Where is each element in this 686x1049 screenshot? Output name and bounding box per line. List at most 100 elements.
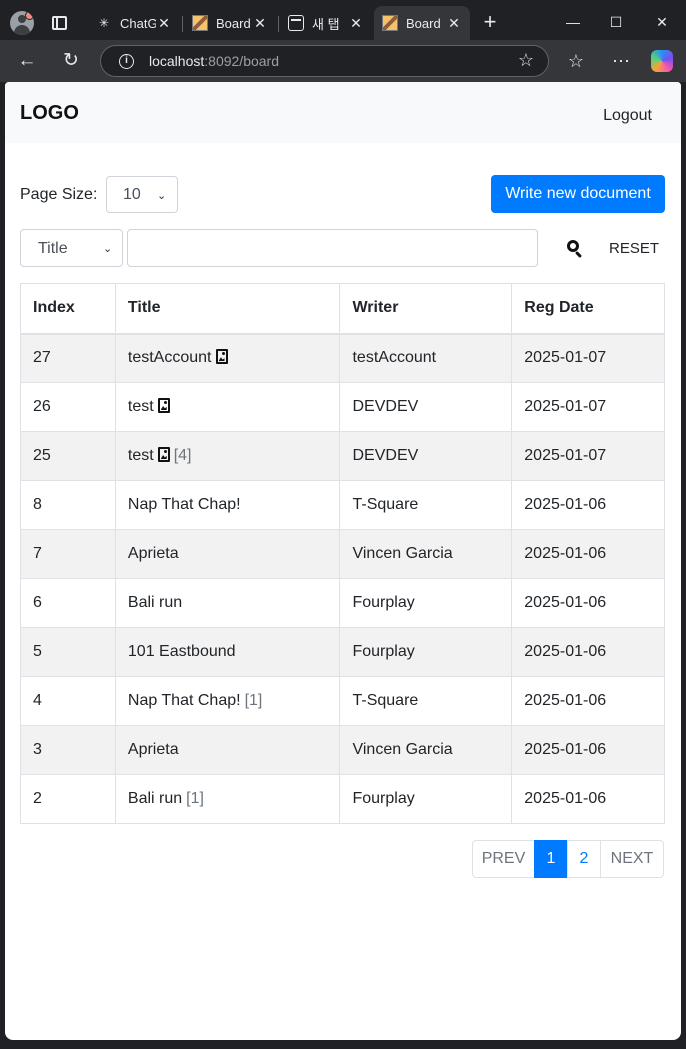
- close-tab-icon[interactable]: ✕: [348, 15, 364, 32]
- cell-writer: Vincen Garcia: [339, 529, 513, 579]
- cell-index: 26: [20, 382, 116, 432]
- write-new-document-button[interactable]: Write new document: [491, 175, 665, 213]
- cell-title: test [4]: [114, 431, 341, 481]
- profile-avatar-icon[interactable]: [10, 11, 34, 35]
- column-header-reg-date: Reg Date: [511, 283, 665, 335]
- cell-index: 4: [20, 676, 116, 726]
- table-row[interactable]: 3 Aprieta Vincen Garcia 2025-01-06: [20, 725, 665, 775]
- cell-index: 6: [20, 578, 116, 628]
- post-title-link[interactable]: Nap That Chap!: [128, 692, 241, 709]
- close-tab-icon[interactable]: ✕: [156, 15, 172, 32]
- cell-reg-date: 2025-01-06: [511, 774, 665, 824]
- logo[interactable]: LOGO: [20, 102, 79, 125]
- taskbar-edge: [0, 1040, 686, 1049]
- page-viewport: LOGO Logout Page Size: 10 ⌄ Write new do…: [5, 82, 681, 1040]
- column-header-writer: Writer: [339, 283, 513, 335]
- table-row[interactable]: 4 Nap That Chap! [1] T-Square 2025-01-06: [20, 676, 665, 726]
- tab-actions-icon[interactable]: [52, 16, 67, 30]
- attachment-image-icon: [157, 398, 170, 413]
- search-type-select[interactable]: Title ⌄: [20, 229, 123, 267]
- attachment-image-icon: [215, 349, 228, 365]
- post-title-link[interactable]: Bali run: [128, 790, 182, 807]
- next-page-button[interactable]: NEXT: [600, 840, 664, 878]
- tab-new-tab[interactable]: 새 탭 ✕: [280, 6, 372, 40]
- tab-chatgpt[interactable]: ✳ ChatGPT ✕: [88, 6, 180, 40]
- cell-writer: DEVDEV: [339, 382, 513, 432]
- url-text: localhost:8092/board: [149, 53, 279, 69]
- tab-board[interactable]: Board ✕: [184, 6, 276, 40]
- table-row[interactable]: 26 test DEVDEV 2025-01-07: [20, 382, 665, 432]
- page-size-row: Page Size: 10 ⌄ Write new document: [20, 175, 665, 213]
- cell-title: Aprieta: [114, 725, 341, 775]
- more-menu-icon[interactable]: ⋯: [606, 46, 636, 76]
- search-icon[interactable]: [559, 233, 589, 263]
- table-row[interactable]: 25 test [4] DEVDEV 2025-01-07: [20, 431, 665, 481]
- attachment-image-icon: [157, 447, 170, 462]
- cell-title: 101 Eastbound: [114, 627, 341, 677]
- cell-title: Bali run: [114, 578, 341, 628]
- cell-index: 2: [20, 774, 116, 824]
- page-button-2[interactable]: 2: [567, 840, 601, 878]
- cell-reg-date: 2025-01-07: [511, 333, 665, 383]
- board-favicon-icon: [192, 15, 208, 31]
- post-title-link[interactable]: Nap That Chap!: [128, 496, 241, 513]
- search-input[interactable]: [127, 229, 538, 267]
- cell-reg-date: 2025-01-06: [511, 480, 665, 530]
- cell-reg-date: 2025-01-06: [511, 578, 665, 628]
- new-tab-icon: [288, 15, 304, 31]
- browser-toolbar: ← ↻ i localhost:8092/board ☆ ☆ ⋯: [0, 40, 686, 82]
- copilot-icon[interactable]: [651, 50, 673, 72]
- cell-reg-date: 2025-01-06: [511, 529, 665, 579]
- reset-button[interactable]: RESET: [609, 240, 659, 257]
- maximize-icon[interactable]: ☐: [604, 10, 628, 34]
- cell-title: test: [114, 382, 341, 432]
- post-title-link[interactable]: test: [128, 447, 154, 464]
- cell-writer: Fourplay: [339, 578, 513, 628]
- tab-board-active[interactable]: Board ✕: [374, 6, 470, 40]
- table-row[interactable]: 7 Aprieta Vincen Garcia 2025-01-06: [20, 529, 665, 579]
- bookmark-star-icon[interactable]: ☆: [518, 50, 534, 71]
- cell-reg-date: 2025-01-06: [511, 627, 665, 677]
- logout-link[interactable]: Logout: [603, 107, 652, 125]
- favorites-icon[interactable]: ☆: [561, 46, 591, 76]
- post-title-link[interactable]: Aprieta: [128, 545, 179, 562]
- post-title-link[interactable]: Aprieta: [128, 741, 179, 758]
- minimize-icon[interactable]: —: [561, 10, 585, 34]
- column-header-title: Title: [114, 283, 341, 335]
- back-arrow-icon[interactable]: ←: [12, 46, 42, 76]
- search-type-value: Title: [38, 240, 68, 257]
- navbar: LOGO Logout: [5, 82, 681, 143]
- post-title-link[interactable]: 101 Eastbound: [128, 643, 236, 660]
- table-row[interactable]: 6 Bali run Fourplay 2025-01-06: [20, 578, 665, 628]
- page-size-select[interactable]: 10 ⌄: [106, 176, 178, 213]
- page-size-value: 10: [123, 186, 141, 203]
- post-title-link[interactable]: test: [128, 398, 154, 415]
- new-tab-plus-icon[interactable]: +: [480, 11, 500, 35]
- address-bar[interactable]: i localhost:8092/board ☆: [100, 45, 549, 77]
- site-info-icon[interactable]: i: [119, 54, 134, 69]
- cell-title: Bali run [1]: [114, 774, 341, 824]
- page-size-label: Page Size:: [20, 186, 98, 203]
- cell-title: testAccount: [114, 333, 341, 383]
- close-tab-icon[interactable]: ✕: [446, 15, 462, 32]
- close-tab-icon[interactable]: ✕: [252, 15, 268, 32]
- cell-writer: Fourplay: [339, 627, 513, 677]
- close-window-icon[interactable]: ✕: [650, 10, 674, 34]
- reload-icon[interactable]: ↻: [56, 46, 86, 76]
- table-row[interactable]: 8 Nap That Chap! T-Square 2025-01-06: [20, 480, 665, 530]
- cell-index: 27: [20, 333, 116, 383]
- page-button-1[interactable]: 1: [534, 840, 568, 878]
- cell-title: Aprieta: [114, 529, 341, 579]
- post-title-link[interactable]: Bali run: [128, 594, 182, 611]
- table-row[interactable]: 5 101 Eastbound Fourplay 2025-01-06: [20, 627, 665, 677]
- cell-reg-date: 2025-01-06: [511, 676, 665, 726]
- cell-index: 7: [20, 529, 116, 579]
- tab-title: Board: [406, 15, 441, 31]
- table-row[interactable]: 27 testAccount testAccount 2025-01-07: [20, 333, 665, 383]
- table-row[interactable]: 2 Bali run [1] Fourplay 2025-01-06: [20, 774, 665, 824]
- prev-page-button[interactable]: PREV: [472, 840, 535, 878]
- post-title-link[interactable]: testAccount: [128, 349, 212, 366]
- board-table: Index Title Writer Reg Date 27 testAccoun…: [20, 283, 665, 824]
- chatgpt-icon: ✳: [98, 16, 110, 30]
- pagination: PREV 1 2 NEXT: [472, 840, 664, 878]
